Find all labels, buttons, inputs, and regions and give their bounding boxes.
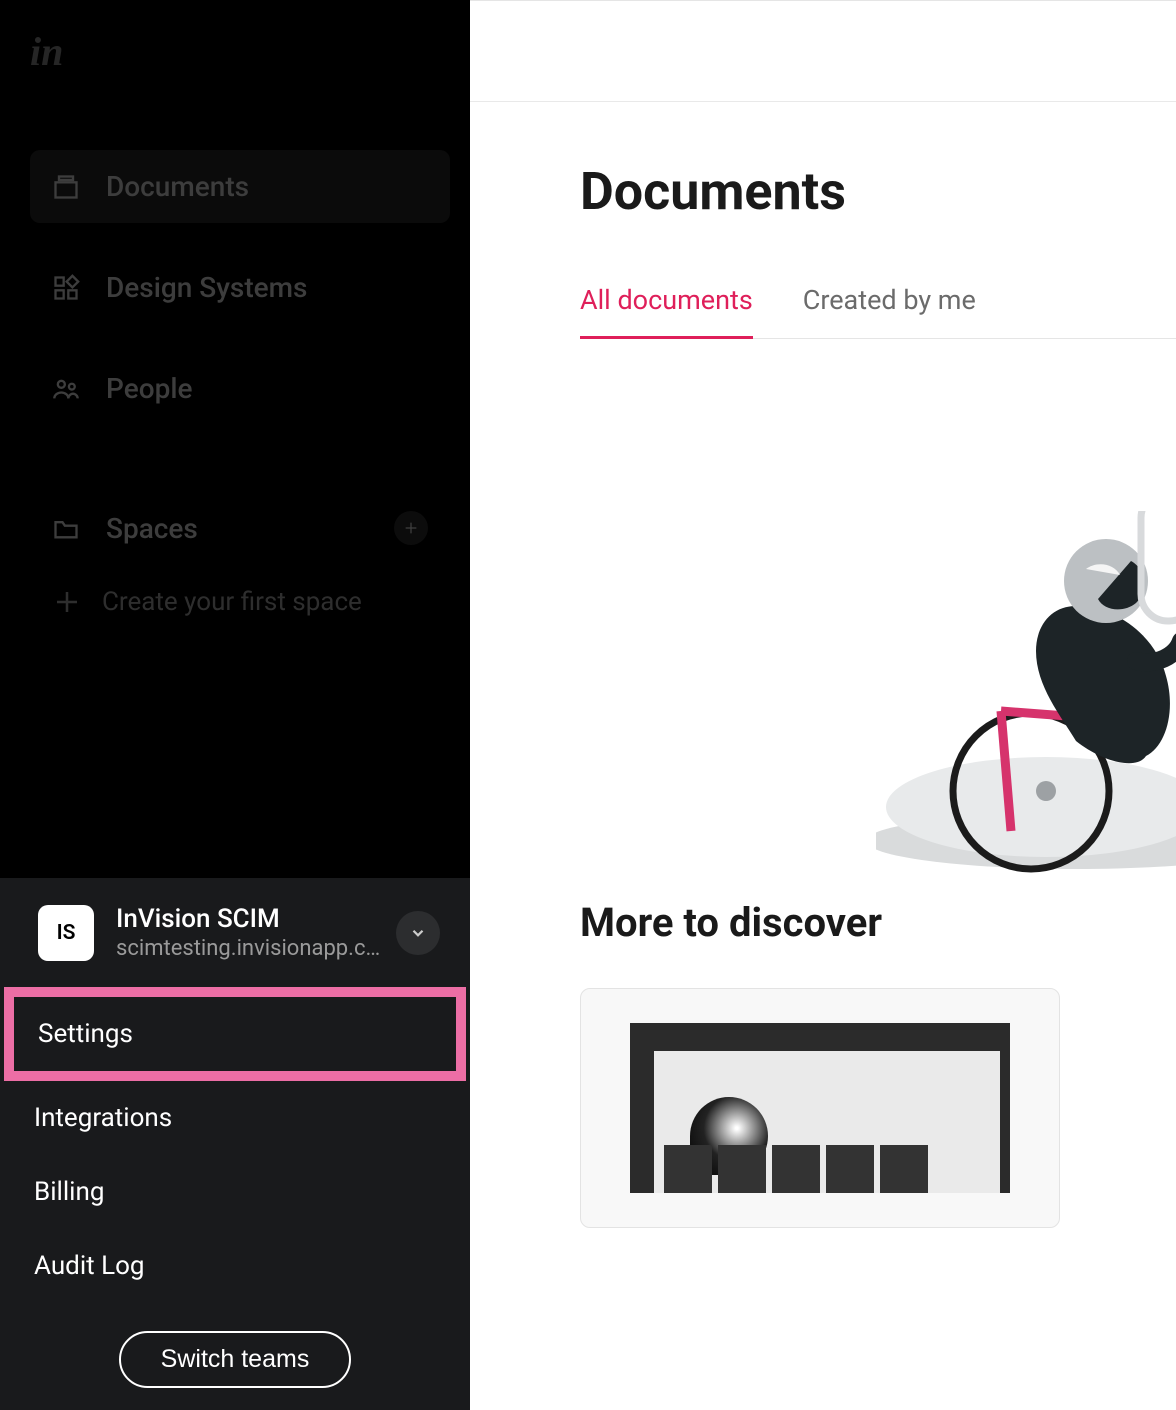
- sidebar-item-design-systems[interactable]: Design Systems: [30, 251, 450, 324]
- settings-highlight: Settings: [4, 987, 466, 1081]
- card-thumbnail: [630, 1023, 1010, 1193]
- sidebar-item-label: Design Systems: [106, 271, 307, 304]
- team-menu-audit-log[interactable]: Audit Log: [0, 1229, 470, 1303]
- documents-icon: [52, 173, 80, 201]
- sidebar-item-label: Spaces: [106, 512, 198, 545]
- document-tabs: All documents Created by me: [580, 284, 1176, 339]
- design-systems-icon: [52, 274, 80, 302]
- switch-teams-row: Switch teams: [0, 1303, 470, 1410]
- tab-created-by-me[interactable]: Created by me: [803, 284, 976, 338]
- sidebar-item-label: People: [106, 372, 192, 405]
- team-info: InVision SCIM scimtesting.invisionapp.c…: [116, 904, 384, 961]
- people-icon: [52, 375, 80, 403]
- plus-icon: [52, 587, 82, 617]
- header-divider: [470, 101, 1176, 102]
- sidebar-item-spaces[interactable]: Spaces: [30, 493, 450, 563]
- team-selector[interactable]: IS InVision SCIM scimtesting.invisionapp…: [0, 878, 470, 987]
- team-menu-billing[interactable]: Billing: [0, 1155, 470, 1229]
- team-url: scimtesting.invisionapp.c…: [116, 936, 384, 961]
- team-avatar: IS: [38, 905, 94, 961]
- tab-all-documents[interactable]: All documents: [580, 284, 753, 339]
- main-content: Documents All documents Created by me Mo…: [470, 0, 1176, 1410]
- team-menu-integrations[interactable]: Integrations: [0, 1081, 470, 1155]
- sidebar-item-label: Documents: [106, 170, 249, 203]
- page-title: Documents: [580, 161, 1176, 222]
- empty-state-illustration: [876, 511, 1176, 881]
- team-menu-settings[interactable]: Settings: [14, 997, 456, 1071]
- chevron-down-icon[interactable]: [396, 911, 440, 955]
- sidebar: in Documents Design Systems People Spac: [0, 0, 470, 1410]
- folder-icon: [52, 514, 80, 542]
- sidebar-team-panel: IS InVision SCIM scimtesting.invisionapp…: [0, 878, 470, 1410]
- discover-card[interactable]: [580, 988, 1060, 1228]
- invision-logo: in: [30, 28, 450, 75]
- create-first-space[interactable]: Create your first space: [30, 587, 450, 617]
- sidebar-item-people[interactable]: People: [30, 352, 450, 425]
- switch-teams-button[interactable]: Switch teams: [119, 1331, 352, 1388]
- sidebar-item-documents[interactable]: Documents: [30, 150, 450, 223]
- create-space-label: Create your first space: [102, 587, 362, 617]
- sidebar-top: in Documents Design Systems People Spac: [0, 0, 470, 677]
- more-to-discover-title: More to discover: [580, 899, 1176, 946]
- add-space-button[interactable]: [394, 511, 428, 545]
- team-name: InVision SCIM: [116, 904, 384, 934]
